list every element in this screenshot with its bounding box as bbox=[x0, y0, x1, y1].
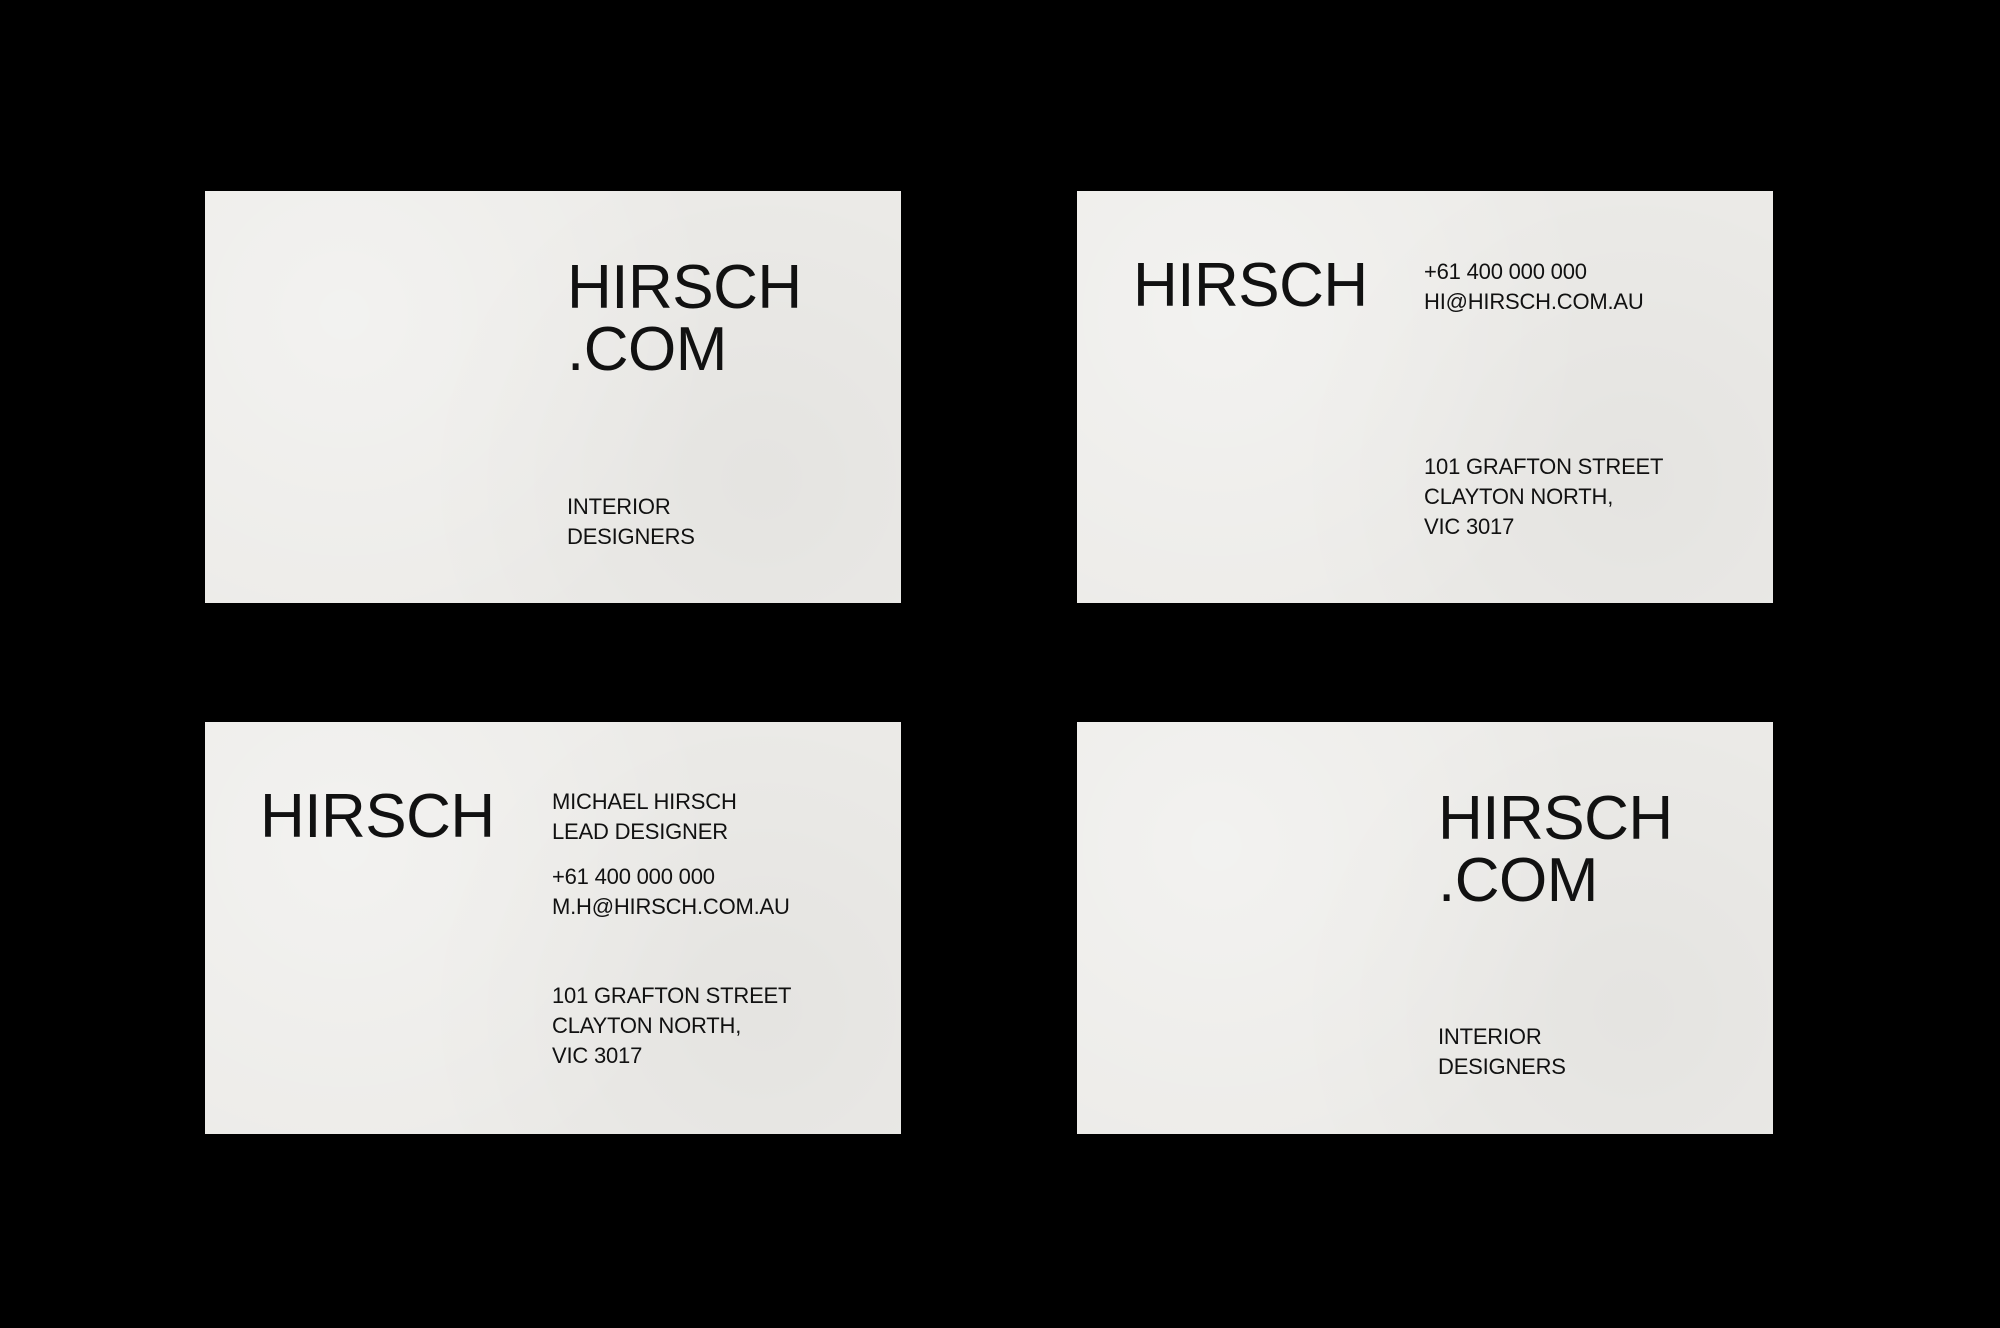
business-card-personal: HIRSCH MICHAEL HIRSCH LEAD DESIGNER +61 … bbox=[205, 722, 901, 1134]
card-logo-wordmark: HIRSCH .COM bbox=[567, 257, 802, 381]
card-tagline: INTERIOR DESIGNERS bbox=[567, 492, 695, 552]
business-card-front-logo: HIRSCH .COM INTERIOR DESIGNERS bbox=[1077, 722, 1773, 1134]
phone-number: +61 400 000 000 bbox=[552, 864, 715, 889]
business-card-general-contact: HIRSCH +61 400 000 000 HI@HIRSCH.COM.AU … bbox=[1077, 191, 1773, 603]
address-state-postcode: VIC 3017 bbox=[1424, 514, 1515, 539]
card-tagline: INTERIOR DESIGNERS bbox=[1438, 1022, 1566, 1082]
logo-line-domain: .COM bbox=[1438, 846, 1598, 915]
email-address: HI@HIRSCH.COM.AU bbox=[1424, 289, 1644, 314]
tagline-line-2: DESIGNERS bbox=[567, 524, 695, 549]
tagline-line-1: INTERIOR bbox=[567, 494, 671, 519]
logo-line-name: HIRSCH bbox=[567, 253, 802, 322]
tagline-line-1: INTERIOR bbox=[1438, 1024, 1542, 1049]
phone-number: +61 400 000 000 bbox=[1424, 259, 1587, 284]
card-contact-block: +61 400 000 000 HI@HIRSCH.COM.AU bbox=[1424, 257, 1644, 317]
address-street: 101 GRAFTON STREET bbox=[552, 983, 792, 1008]
card-logo-wordmark: HIRSCH bbox=[1133, 251, 1368, 320]
tagline-line-2: DESIGNERS bbox=[1438, 1054, 1566, 1079]
card-address-block: 101 GRAFTON STREET CLAYTON NORTH, VIC 30… bbox=[552, 981, 791, 1071]
logo-line-domain: .COM bbox=[567, 315, 727, 384]
business-card-front-logo: HIRSCH .COM INTERIOR DESIGNERS bbox=[205, 191, 901, 603]
card-logo-wordmark: HIRSCH .COM bbox=[1438, 788, 1673, 912]
email-address: M.H@HIRSCH.COM.AU bbox=[552, 894, 790, 919]
address-suburb: CLAYTON NORTH, bbox=[1424, 484, 1614, 509]
person-name: MICHAEL HIRSCH bbox=[552, 789, 737, 814]
card-contact-block: +61 400 000 000 M.H@HIRSCH.COM.AU bbox=[552, 862, 790, 922]
card-person-block: MICHAEL HIRSCH LEAD DESIGNER bbox=[552, 787, 737, 847]
address-state-postcode: VIC 3017 bbox=[552, 1043, 643, 1068]
address-suburb: CLAYTON NORTH, bbox=[552, 1013, 742, 1038]
card-logo-wordmark: HIRSCH bbox=[260, 782, 495, 851]
card-address-block: 101 GRAFTON STREET CLAYTON NORTH, VIC 30… bbox=[1424, 452, 1663, 542]
person-title: LEAD DESIGNER bbox=[552, 819, 728, 844]
address-street: 101 GRAFTON STREET bbox=[1424, 454, 1664, 479]
logo-line-name: HIRSCH bbox=[1438, 784, 1673, 853]
